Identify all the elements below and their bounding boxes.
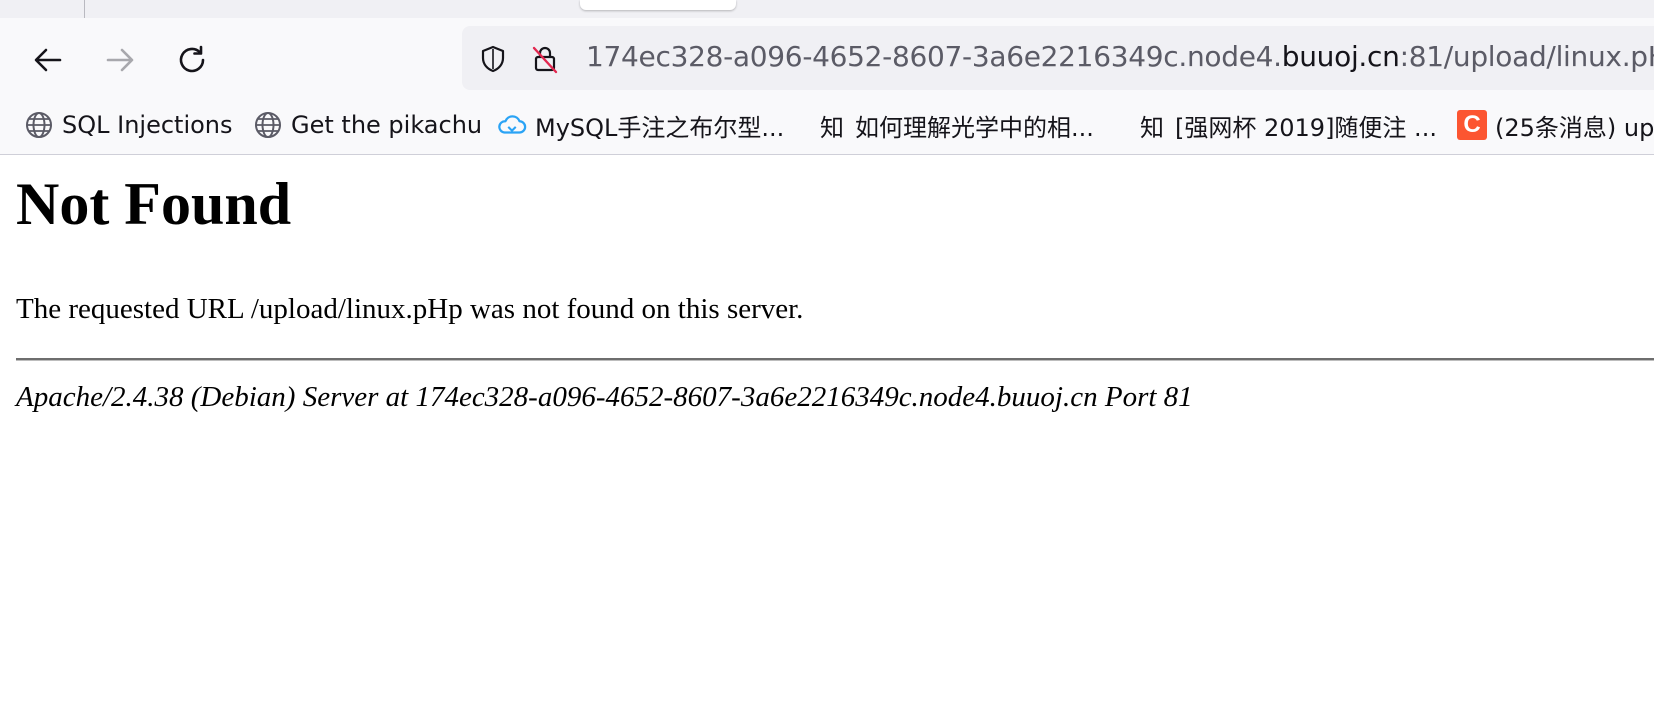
tracking-protection-shield-icon[interactable] (478, 44, 508, 74)
bookmark-label: Get the pikachu (291, 111, 483, 139)
server-signature: Apache/2.4.38 (Debian) Server at 174ec32… (16, 381, 1193, 413)
reload-icon (179, 45, 205, 73)
back-arrow-icon (34, 48, 62, 72)
bookmark-label: MySQL手注之布尔型... (535, 113, 785, 142)
bookmarks-toolbar: SQL Injections Get the pikachu MySQL手注之布… (0, 98, 1654, 155)
active-tab[interactable] (580, 0, 736, 10)
error-message: The requested URL /upload/linux.pHp was … (16, 293, 804, 325)
bookmark-get-the-pikachu[interactable]: Get the pikachu (253, 108, 482, 142)
bookmark-mysql[interactable]: MySQL手注之布尔型... (497, 108, 784, 142)
bookmark-label: SQL Injections (62, 111, 233, 139)
forward-arrow-icon (106, 48, 134, 72)
url-prefix: 174ec328-a096-4652-8607-3a6e2216349c.nod… (586, 40, 1282, 73)
reload-button[interactable] (170, 38, 214, 82)
globe-icon (253, 110, 283, 140)
bookmark-label: (25条消息) upl (1495, 113, 1654, 142)
url-suffix: :81/upload/linux.pHp (1399, 40, 1654, 73)
csdn-icon: C (1457, 110, 1487, 140)
bookmark-sql-injections[interactable]: SQL Injections (24, 108, 233, 142)
url-text[interactable]: 174ec328-a096-4652-8607-3a6e2216349c.nod… (586, 39, 1654, 75)
back-button[interactable] (26, 38, 70, 82)
bookmark-zhihu-qwb[interactable]: 知 [强网杯 2019]随便注 ... (1137, 108, 1437, 142)
navigation-toolbar: 174ec328-a096-4652-8607-3a6e2216349c.nod… (0, 18, 1654, 98)
bookmark-label: 如何理解光学中的相... (855, 113, 1094, 142)
bookmark-label: [强网杯 2019]随便注 ... (1175, 113, 1437, 142)
tab-divider (84, 0, 85, 18)
tab-strip (0, 0, 1654, 18)
page-title: Not Found (16, 171, 292, 237)
zhihu-icon: 知 (1140, 113, 1164, 142)
divider (16, 358, 1654, 361)
bookmark-csdn[interactable]: C (25条消息) upl (1457, 108, 1654, 142)
cloud-icon (497, 110, 527, 140)
url-host: buuoj.cn (1281, 40, 1400, 73)
forward-button[interactable] (98, 38, 142, 82)
globe-icon (24, 110, 54, 140)
bookmark-zhihu-optics[interactable]: 知 如何理解光学中的相... (817, 108, 1094, 142)
insecure-lock-icon[interactable] (530, 44, 560, 74)
zhihu-icon: 知 (820, 113, 844, 142)
url-bar[interactable]: 174ec328-a096-4652-8607-3a6e2216349c.nod… (462, 26, 1654, 90)
